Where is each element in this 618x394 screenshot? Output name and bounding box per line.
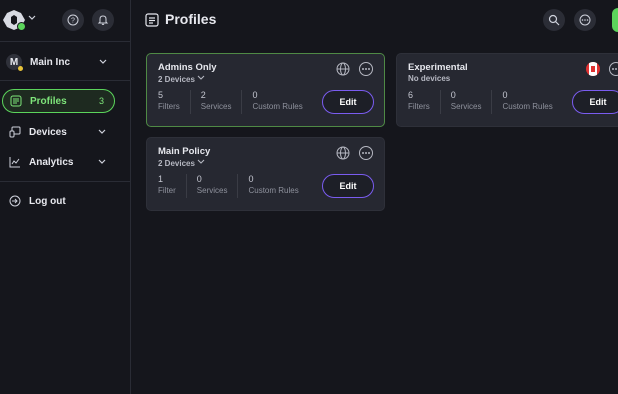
sidebar-item-analytics[interactable]: Analytics — [2, 150, 115, 174]
stat-services: 2 Services — [201, 90, 243, 114]
profiles-icon — [10, 95, 22, 107]
globe-icon — [336, 62, 350, 76]
chevron-down-icon — [99, 59, 107, 64]
stat-custom-rules: 0 Custom Rules — [248, 174, 299, 195]
profile-card[interactable]: Main Policy 2 Devices 1 Filter 0 Services … — [146, 137, 385, 211]
profile-name: Main Policy — [158, 146, 211, 157]
more-options-icon[interactable] — [359, 146, 373, 160]
chevron-down-icon[interactable] — [28, 14, 36, 25]
stat-filters: 6 Filters — [408, 90, 441, 114]
sidebar-item-label: Profiles — [30, 95, 67, 107]
sidebar-divider — [0, 181, 131, 182]
profiles-count-badge: 3 — [98, 96, 104, 106]
logout-icon — [9, 195, 21, 207]
edit-button[interactable]: Edit — [322, 174, 374, 198]
profile-card[interactable]: Admins Only 2 Devices 5 Filters 2 Services… — [146, 53, 385, 127]
globe-icon — [336, 146, 350, 160]
more-options-icon[interactable] — [359, 62, 373, 76]
stat-filters: 1 Filter — [158, 174, 187, 198]
stat-services: 0 Services — [451, 90, 493, 114]
page-title: Profiles — [165, 11, 217, 27]
sidebar-divider — [0, 80, 131, 81]
profiles-icon — [145, 13, 159, 27]
profile-devices-dropdown[interactable]: 2 Devices — [158, 74, 205, 84]
org-initial: M — [9, 56, 19, 68]
chevron-down-icon — [98, 159, 106, 164]
profile-name: Admins Only — [158, 62, 217, 73]
org-avatar: M — [6, 54, 23, 71]
search-icon[interactable] — [543, 9, 565, 31]
organization-selector[interactable]: M Main Inc — [6, 52, 122, 72]
edit-button[interactable]: Edit — [322, 90, 374, 114]
chevron-down-icon — [197, 75, 205, 80]
stat-filters: 5 Filters — [158, 90, 191, 114]
create-profile-button[interactable] — [612, 8, 618, 32]
chevron-down-icon — [98, 129, 106, 134]
help-icon[interactable]: ? — [62, 9, 84, 31]
stat-custom-rules: 0 Custom Rules — [252, 90, 303, 111]
sidebar-item-label: Analytics — [29, 156, 74, 168]
sidebar-item-profiles[interactable]: Profiles 3 — [2, 89, 115, 113]
chevron-down-icon — [197, 159, 205, 164]
status-check-icon — [17, 22, 26, 31]
more-options-icon[interactable] — [609, 62, 618, 76]
profile-name: Experimental — [408, 62, 468, 73]
notifications-bell-icon[interactable] — [92, 9, 114, 31]
sidebar: ? M Main Inc Profiles 3 Devices Analytic… — [0, 0, 131, 394]
org-status-dot — [18, 66, 23, 71]
profile-devices-label: 2 Devices — [158, 159, 195, 168]
stat-services: 0 Services — [197, 174, 239, 198]
profile-stats: 5 Filters 2 Services 0 Custom Rules — [158, 90, 323, 114]
canada-flag-icon — [586, 62, 600, 76]
profile-devices-label: 2 Devices — [158, 75, 195, 84]
org-name: Main Inc — [30, 56, 71, 68]
profile-stats: 1 Filter 0 Services 0 Custom Rules — [158, 174, 319, 198]
edit-button[interactable]: Edit — [572, 90, 618, 114]
profile-stats: 6 Filters 0 Services 0 Custom Rules — [408, 90, 573, 114]
profile-card[interactable]: Experimental No devices 6 Filters 0 Servic… — [396, 53, 618, 127]
sidebar-item-devices[interactable]: Devices — [2, 120, 115, 144]
more-options-icon[interactable] — [574, 9, 596, 31]
stat-custom-rules: 0 Custom Rules — [502, 90, 553, 111]
svg-text:?: ? — [71, 18, 75, 25]
main-header: Profiles — [131, 0, 618, 42]
analytics-icon — [9, 156, 21, 168]
profile-devices-dropdown[interactable]: 2 Devices — [158, 158, 205, 168]
devices-icon — [9, 126, 21, 138]
sidebar-item-logout[interactable]: Log out — [2, 189, 115, 213]
profile-devices-label: No devices — [408, 74, 451, 83]
sidebar-item-label: Log out — [29, 195, 66, 207]
sidebar-item-label: Devices — [29, 126, 67, 138]
sidebar-topbar: ? — [0, 0, 131, 42]
